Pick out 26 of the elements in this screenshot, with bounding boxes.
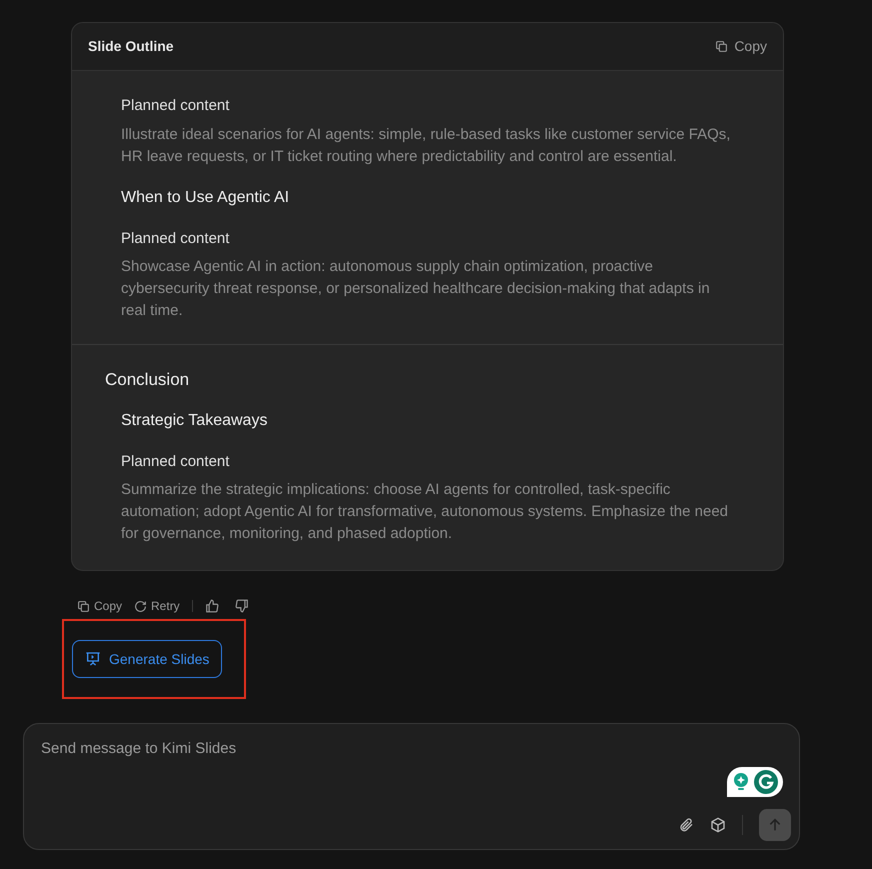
message-composer[interactable]: Send message to Kimi Slides	[23, 723, 800, 850]
copy-icon	[715, 40, 728, 53]
planned-content-text: Showcase Agentic AI in action: autonomous supply chain optimization, proactive cybersecurity threat response, or personalized healthcare decision-making that adapts in real time.	[121, 257, 711, 321]
copy-button[interactable]: Copy	[77, 597, 122, 615]
presentation-icon	[85, 651, 101, 667]
thumbs-up-icon[interactable]	[204, 599, 219, 613]
slide-title: Strategic Takeaways	[121, 410, 268, 430]
lightbulb-icon	[732, 772, 750, 792]
arrow-up-icon	[767, 817, 783, 833]
cube-icon[interactable]	[710, 817, 726, 833]
outline-title: Slide Outline	[88, 37, 174, 56]
retry-icon	[134, 600, 148, 612]
generate-slides-button[interactable]: Generate Slides	[72, 640, 222, 678]
planned-content-label: Planned content	[121, 96, 230, 116]
retry-button[interactable]: Retry	[134, 597, 180, 615]
section-title: Conclusion	[105, 369, 190, 391]
message-input[interactable]: Send message to Kimi Slides	[24, 724, 799, 784]
copy-button[interactable]: Copy	[715, 36, 767, 57]
copy-icon	[77, 600, 90, 612]
thumbs-down-icon[interactable]	[234, 599, 249, 613]
paperclip-icon[interactable]	[678, 817, 694, 833]
planned-content-text: Summarize the strategic implications: choose AI agents for controlled, task-specific automation; adopt Agentic AI for transformative, autonomous systems. Emphasize the need for governance, monitoring, and phased adoption.	[121, 480, 730, 544]
planned-content-label: Planned content	[121, 228, 230, 248]
planned-content-text: Illustrate ideal scenarios for AI agents: simple, rule-based tasks like customer service FAQs, HR leave requests, or IT ticket routing where predictability and control are essential.	[121, 124, 732, 166]
slide-title: When to Use Agentic AI	[121, 188, 290, 208]
planned-content-label: Planned content	[121, 452, 230, 472]
